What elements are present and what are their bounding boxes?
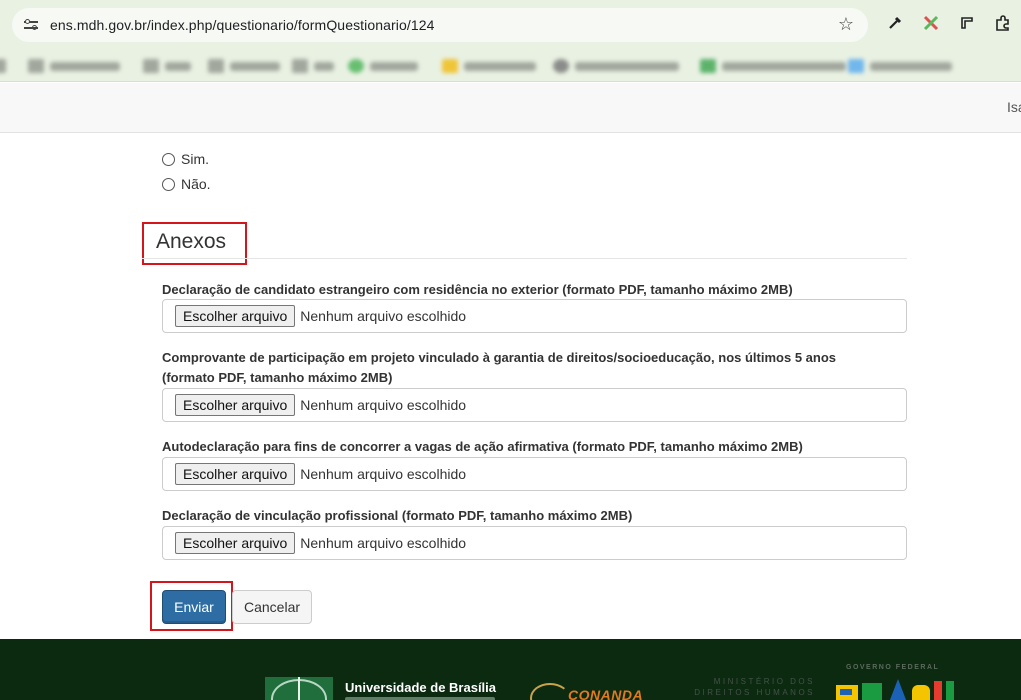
choose-file-button[interactable]: Escolher arquivo [175, 532, 296, 554]
cancel-button[interactable]: Cancelar [232, 590, 312, 624]
divider [142, 258, 907, 259]
unb-logo [265, 677, 333, 700]
extensions-puzzle-icon[interactable] [992, 12, 1014, 34]
submit-button[interactable]: Enviar [162, 590, 226, 624]
url-text[interactable]: ens.mdh.gov.br/index.php/questionario/fo… [50, 17, 435, 33]
unb-name: Universidade de Brasília [345, 680, 497, 695]
file-status: Nenhum arquivo escolhido [300, 466, 467, 482]
radio-option-sim[interactable]: Sim. [162, 151, 209, 167]
bookmark-item[interactable] [28, 57, 120, 75]
choose-file-button[interactable]: Escolher arquivo [175, 463, 296, 485]
extension-x-icon[interactable] [920, 12, 942, 34]
bookmarks-bar [0, 50, 1021, 82]
file-status: Nenhum arquivo escolhido [300, 397, 467, 413]
radio-button[interactable] [162, 152, 175, 166]
bookmark-item[interactable] [208, 57, 280, 75]
brasil-logo [836, 679, 954, 700]
file-status: Nenhum arquivo escolhido [300, 308, 467, 324]
ministerio-line: MINISTÉRIO DOS [713, 677, 815, 686]
bookmark-item[interactable] [292, 57, 334, 75]
ruler-icon[interactable] [956, 12, 978, 34]
bookmark-item[interactable] [700, 57, 846, 75]
bookmark-item[interactable] [553, 57, 679, 75]
choose-file-button[interactable]: Escolher arquivo [175, 394, 296, 416]
eyedropper-icon[interactable] [884, 12, 906, 34]
browser-toolbar: ens.mdh.gov.br/index.php/questionario/fo… [0, 0, 1021, 50]
file-input-vinculacao[interactable]: Escolher arquivo Nenhum arquivo escolhid… [162, 526, 907, 560]
radio-option-nao[interactable]: Não. [162, 176, 211, 192]
file-input-estrangeiro[interactable]: Escolher arquivo Nenhum arquivo escolhid… [162, 299, 907, 333]
bookmark-star-icon[interactable]: ☆ [838, 14, 854, 35]
bookmark-item[interactable] [442, 57, 536, 75]
choose-file-button[interactable]: Escolher arquivo [175, 305, 296, 327]
file-status: Nenhum arquivo escolhido [300, 535, 467, 551]
file-input-comprovante[interactable]: Escolher arquivo Nenhum arquivo escolhid… [162, 388, 907, 422]
upload-label-line: Comprovante de participação em projeto v… [162, 350, 837, 365]
user-menu[interactable]: Isa [1007, 99, 1021, 115]
address-bar[interactable]: ens.mdh.gov.br/index.php/questionario/fo… [12, 8, 868, 42]
file-input-autodeclaracao[interactable]: Escolher arquivo Nenhum arquivo escolhid… [162, 457, 907, 491]
upload-label-line: (formato PDF, tamanho máximo 2MB) [162, 370, 393, 385]
footer: Universidade de Brasília CONANDA MINISTÉ… [0, 639, 1021, 700]
upload-label-comprovante: Comprovante de participação em projeto v… [162, 348, 907, 388]
bookmark-item[interactable] [848, 57, 952, 75]
conanda-logo: CONANDA [568, 687, 644, 700]
ministerio-logo: MINISTÉRIO DOS DIREITOS HUMANOS [693, 676, 815, 698]
conanda-logo-mark [530, 683, 570, 700]
bookmark-item[interactable] [348, 57, 418, 75]
radio-label: Sim. [181, 151, 209, 167]
upload-label-autodeclaracao: Autodeclaração para fins de concorrer a … [162, 439, 803, 454]
radio-button[interactable] [162, 177, 175, 191]
radio-label: Não. [181, 176, 211, 192]
site-settings-icon[interactable] [24, 18, 38, 32]
section-title: Anexos [156, 230, 227, 253]
bookmark-item[interactable] [143, 57, 191, 75]
gov-federal-label: GOVERNO FEDERAL [846, 664, 940, 671]
ministerio-line: DIREITOS HUMANOS [694, 688, 815, 697]
upload-label-estrangeiro: Declaração de candidato estrangeiro com … [162, 282, 793, 297]
bookmark-item[interactable] [0, 57, 12, 75]
app-navbar: Isa [0, 83, 1021, 133]
upload-label-vinculacao: Declaração de vinculação profissional (f… [162, 508, 633, 523]
